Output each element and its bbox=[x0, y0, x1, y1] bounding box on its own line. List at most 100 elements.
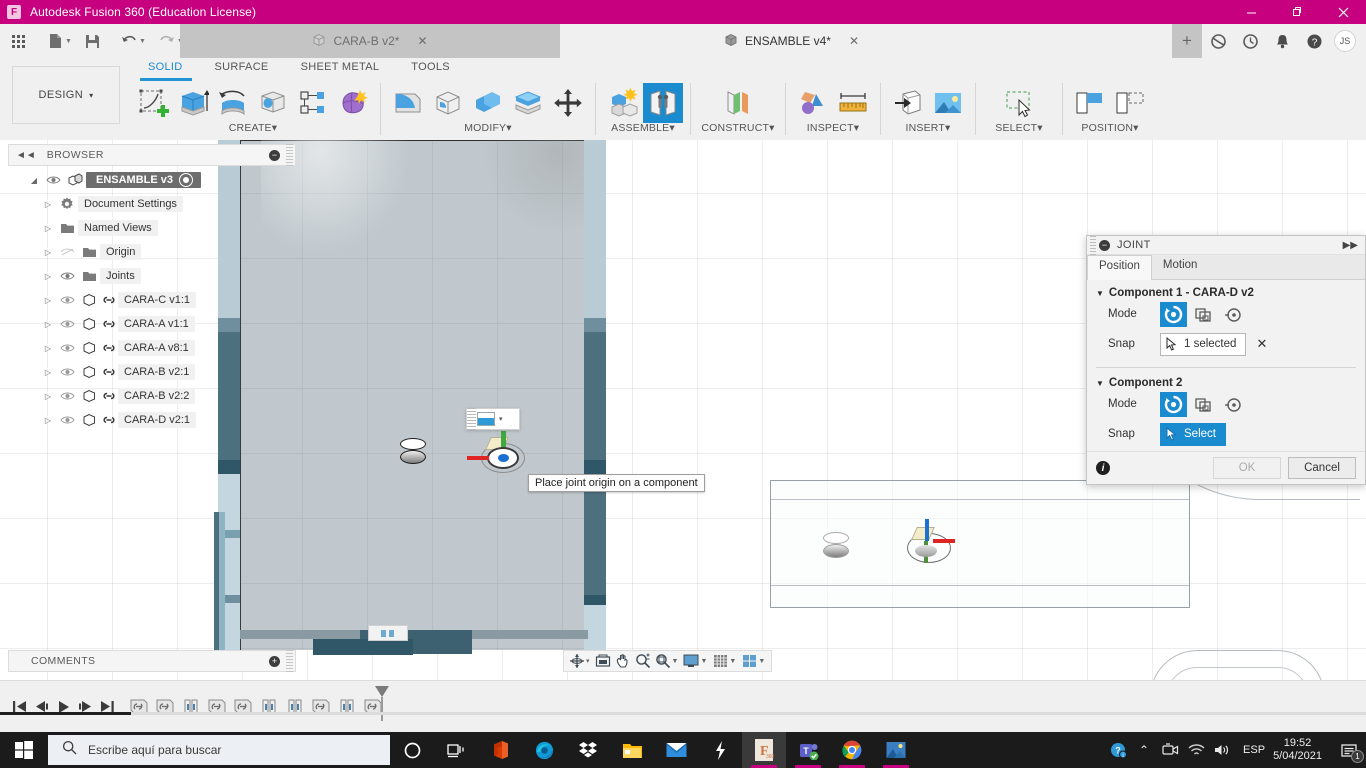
panel-label-create[interactable]: CREATE▾ bbox=[229, 122, 278, 134]
ok-button[interactable]: OK bbox=[1213, 457, 1281, 479]
chrome-icon[interactable] bbox=[830, 732, 874, 768]
notifications-icon[interactable] bbox=[1266, 24, 1298, 58]
panel-label-select[interactable]: SELECT▾ bbox=[995, 122, 1043, 134]
clock[interactable]: 19:52 5/04/2021 bbox=[1273, 737, 1322, 763]
simple-mode-icon[interactable] bbox=[1160, 391, 1187, 417]
close-tab-icon[interactable]: ✕ bbox=[849, 34, 859, 48]
edge-icon[interactable] bbox=[522, 732, 566, 768]
close-button[interactable] bbox=[1320, 0, 1366, 24]
revolve-icon[interactable] bbox=[213, 83, 253, 123]
step-back-icon[interactable] bbox=[30, 693, 52, 721]
chevron-down-icon[interactable]: ▼ bbox=[729, 658, 736, 665]
go-to-beginning-icon[interactable] bbox=[8, 693, 30, 721]
minimize-dialog-icon[interactable]: − bbox=[1099, 239, 1110, 251]
panel-label-inspect[interactable]: INSPECT▾ bbox=[807, 122, 859, 134]
data-panel-icon[interactable] bbox=[1202, 24, 1234, 58]
wifi-icon[interactable] bbox=[1183, 732, 1209, 768]
tree-item-joints[interactable]: ▷ Joints bbox=[40, 264, 220, 288]
window-selection-icon[interactable] bbox=[999, 83, 1039, 123]
component1-snap-selection[interactable]: 1 selected bbox=[1160, 332, 1247, 356]
component2-header[interactable]: ▼ Component 2 bbox=[1096, 377, 1356, 389]
cortana-icon[interactable] bbox=[390, 732, 434, 768]
visibility-icon[interactable] bbox=[56, 319, 78, 329]
visibility-icon[interactable] bbox=[56, 295, 78, 305]
save-icon[interactable] bbox=[80, 28, 106, 54]
snapshot-icon[interactable] bbox=[1070, 83, 1110, 123]
tab-surface[interactable]: SURFACE bbox=[199, 58, 285, 77]
panel-label-modify[interactable]: MODIFY▾ bbox=[464, 122, 512, 134]
joint-dialog-header[interactable]: − JOINT ▶▶ bbox=[1087, 235, 1365, 255]
tree-item-origin[interactable]: ▷ Origin bbox=[40, 240, 220, 264]
avatar[interactable]: JS bbox=[1334, 30, 1356, 52]
tree-item-ensamble[interactable]: ◢ ENSAMBLE v3 bbox=[26, 168, 220, 192]
collapse-browser-icon[interactable]: ◄◄ bbox=[16, 150, 36, 161]
viewport-mini-toolbar[interactable]: ▾ bbox=[466, 408, 520, 430]
expand-arrow-icon[interactable]: ▷ bbox=[40, 392, 56, 401]
tree-item-cara-d-v2[interactable]: ▷ CARA-D v2:1 bbox=[40, 408, 220, 432]
joint-icon[interactable] bbox=[643, 83, 683, 123]
visibility-icon[interactable] bbox=[56, 415, 78, 425]
windows-start-icon[interactable] bbox=[0, 732, 48, 768]
joint-origin-marker-3[interactable] bbox=[903, 519, 955, 567]
undo-caret-icon[interactable]: ▼ bbox=[139, 38, 146, 45]
expand-arrow-icon[interactable]: ▷ bbox=[40, 200, 56, 209]
comments-resize-handle[interactable] bbox=[286, 650, 293, 672]
visibility-icon[interactable] bbox=[56, 367, 78, 377]
expand-arrow-icon[interactable]: ▷ bbox=[40, 272, 56, 281]
document-tab-ensamble[interactable]: ENSAMBLE v4* ✕ bbox=[560, 24, 1023, 58]
chevron-down-icon[interactable]: ▼ bbox=[672, 658, 679, 665]
chevron-down-icon[interactable]: ▾ bbox=[586, 657, 590, 665]
viewports-icon[interactable] bbox=[739, 651, 759, 671]
rib-icon[interactable] bbox=[293, 83, 333, 123]
language-indicator[interactable]: ESP bbox=[1243, 744, 1265, 756]
tree-item-cara-c-v1[interactable]: ▷ CARA-C v1:1 bbox=[40, 288, 220, 312]
between-two-faces-icon[interactable] bbox=[1190, 302, 1217, 327]
point-to-position-icon[interactable] bbox=[1220, 302, 1247, 327]
notifications-icon[interactable]: 1 bbox=[1332, 732, 1366, 768]
drag-handle[interactable] bbox=[467, 408, 476, 430]
measure-icon[interactable] bbox=[833, 83, 873, 123]
document-tab-cara-b[interactable]: CARA-B v2* ✕ bbox=[180, 24, 560, 58]
info-icon[interactable]: i bbox=[1096, 461, 1110, 475]
new-tab-button[interactable]: + bbox=[1172, 24, 1202, 58]
tree-item-cara-b-v2-1[interactable]: ▷ CARA-B v2:1 bbox=[40, 360, 220, 384]
help-icon[interactable]: ? bbox=[1298, 24, 1330, 58]
expand-arrow-icon[interactable]: ▷ bbox=[40, 416, 56, 425]
zoom-window-icon[interactable] bbox=[653, 651, 673, 671]
clear-selection-icon[interactable]: ✕ bbox=[1256, 336, 1267, 352]
step-forward-icon[interactable] bbox=[74, 693, 96, 721]
tab-motion[interactable]: Motion bbox=[1152, 255, 1209, 279]
revert-icon[interactable] bbox=[1110, 83, 1150, 123]
model-slab[interactable] bbox=[214, 140, 606, 655]
chevron-down-icon[interactable]: ▾ bbox=[499, 415, 503, 423]
minimize-button[interactable] bbox=[1228, 0, 1274, 24]
search-input[interactable]: Escribe aquí para buscar bbox=[48, 735, 390, 765]
office-icon[interactable] bbox=[478, 732, 522, 768]
triangle-down-icon[interactable]: ▼ bbox=[1096, 289, 1104, 298]
offset-plane-icon[interactable] bbox=[718, 83, 758, 123]
joint-dialog[interactable]: − JOINT ▶▶ Position Motion ▼ Component 1… bbox=[1086, 235, 1366, 485]
tab-sheet-metal[interactable]: SHEET METAL bbox=[285, 58, 396, 77]
pan-icon[interactable] bbox=[613, 651, 633, 671]
task-view-icon[interactable] bbox=[434, 732, 478, 768]
drag-handle[interactable] bbox=[1090, 235, 1096, 255]
simple-mode-icon[interactable] bbox=[1160, 301, 1187, 327]
panel-label-position[interactable]: POSITION▾ bbox=[1081, 122, 1138, 134]
interference-icon[interactable] bbox=[793, 83, 833, 123]
tree-item-named-views[interactable]: ▷ Named Views bbox=[40, 216, 220, 240]
minimize-browser-icon[interactable]: − bbox=[269, 149, 280, 161]
dropbox-icon[interactable] bbox=[566, 732, 610, 768]
tab-tools[interactable]: TOOLS bbox=[395, 58, 466, 77]
joint-origin-marker-active[interactable] bbox=[467, 431, 529, 477]
display-settings-icon[interactable] bbox=[681, 651, 701, 671]
timeline-marker[interactable] bbox=[375, 686, 389, 697]
form-icon[interactable] bbox=[333, 83, 373, 123]
tree-item-cara-a-v1[interactable]: ▷ CARA-A v1:1 bbox=[40, 312, 220, 336]
close-tab-icon[interactable]: ✕ bbox=[417, 34, 427, 48]
split-face-icon[interactable] bbox=[508, 83, 548, 123]
visibility-icon[interactable] bbox=[56, 343, 78, 353]
tree-item-cara-a-v8[interactable]: ▷ CARA-A v8:1 bbox=[40, 336, 220, 360]
chevron-up-icon[interactable]: ⌃ bbox=[1131, 732, 1157, 768]
move-copy-icon[interactable] bbox=[548, 83, 588, 123]
triangle-down-icon[interactable]: ▼ bbox=[1096, 379, 1104, 388]
